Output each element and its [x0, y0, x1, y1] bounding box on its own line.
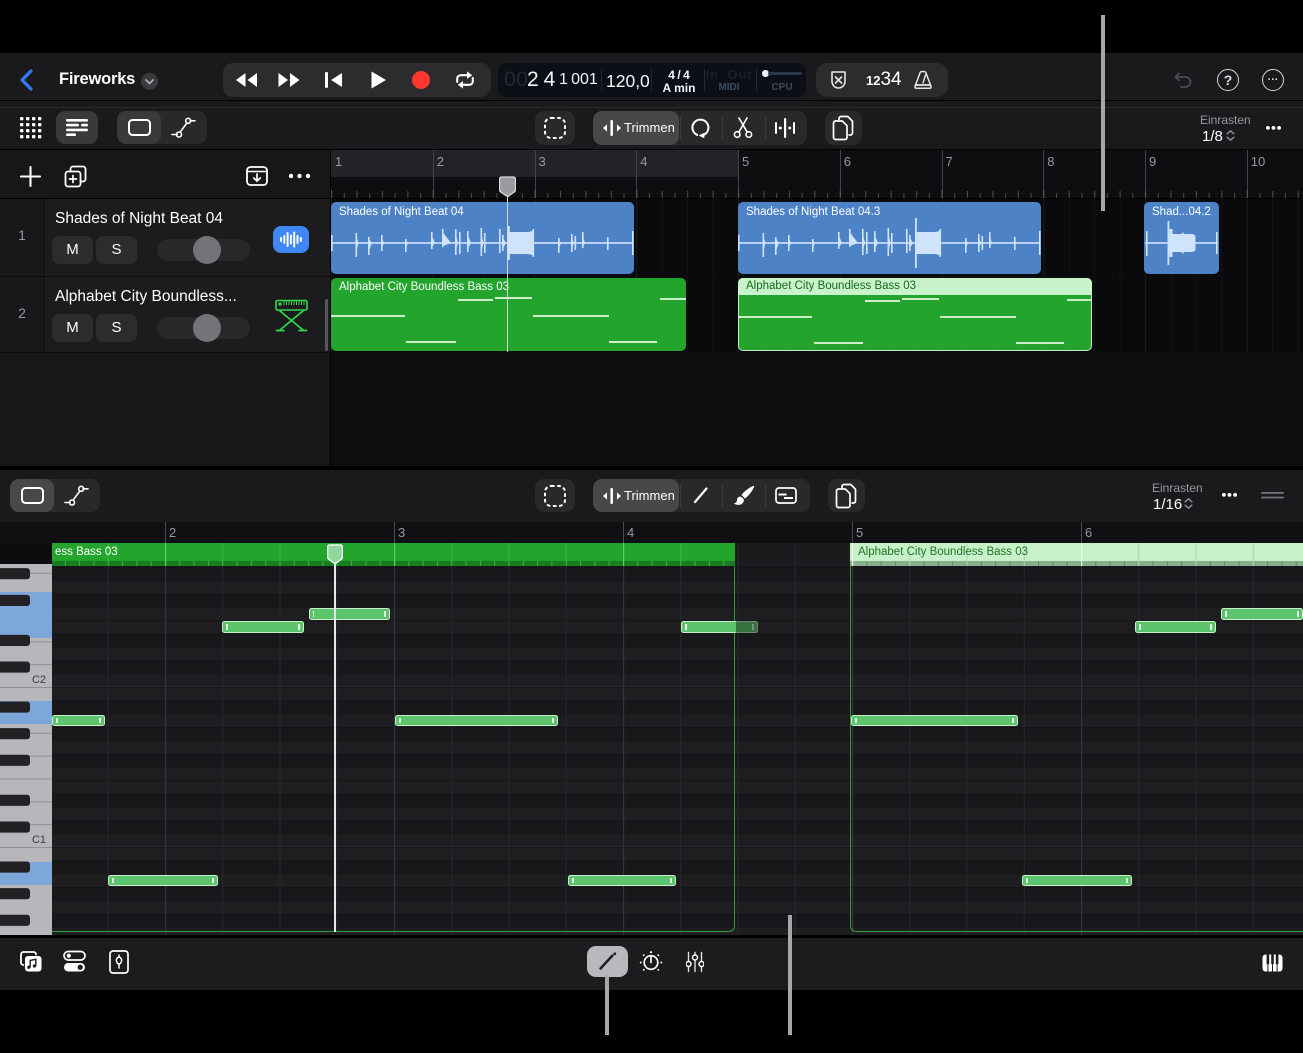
svg-text:C1: C1 — [32, 834, 46, 846]
svg-text:C2: C2 — [32, 674, 46, 686]
